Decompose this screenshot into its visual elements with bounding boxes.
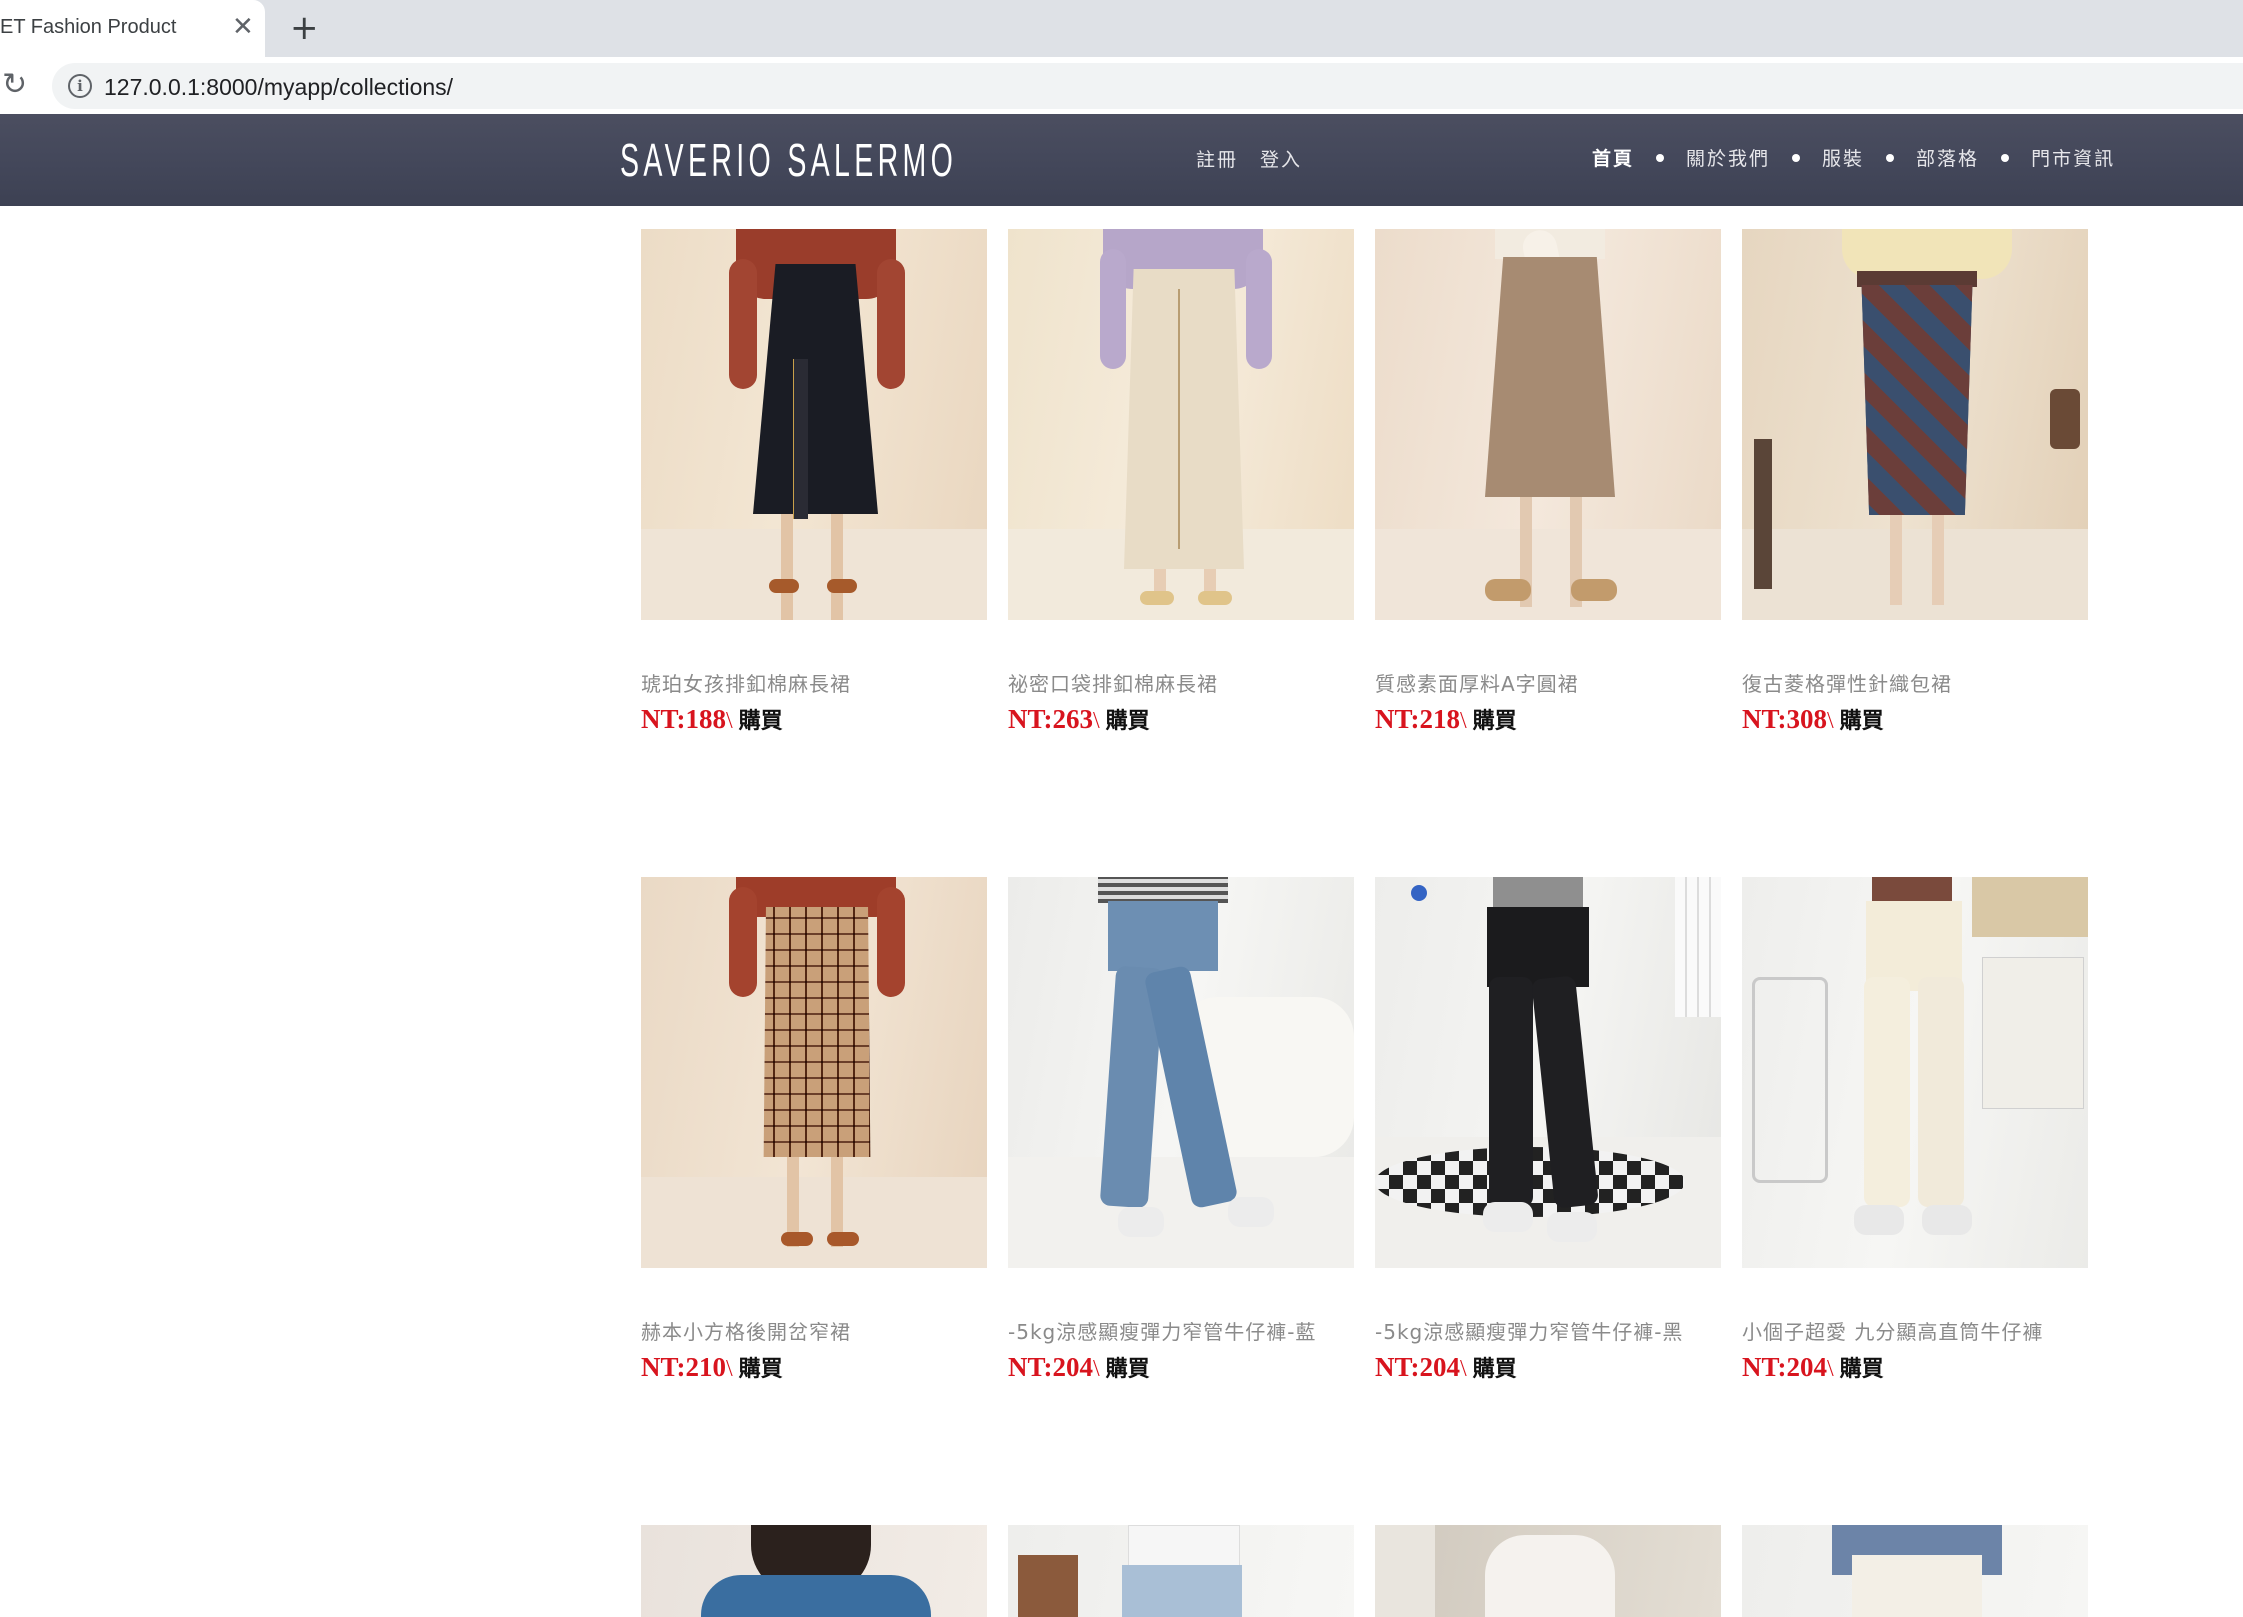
- address-bar: ↻ i 127.0.0.1:8000/myapp/collections/: [0, 57, 2243, 115]
- price-separator: \: [1093, 1356, 1100, 1382]
- price-line: NT:218 \ 購買: [1375, 703, 1517, 735]
- product-card: 琥珀女孩排釦棉麻長裙 NT:188 \ 購買: [641, 229, 987, 734]
- brand-logo[interactable]: SAVERIO SALERMO: [620, 120, 957, 200]
- main-nav: 首頁 關於我們 服裝 部落格 門市資訊: [1592, 144, 2115, 171]
- product-card: 赫本小方格後開岔窄裙 NT:210 \ 購買: [641, 877, 987, 1382]
- tab-title: ET Fashion Product: [0, 16, 177, 38]
- buy-button[interactable]: 購買: [739, 703, 783, 735]
- nav-separator-dot: [1886, 153, 1895, 162]
- info-icon[interactable]: i: [68, 74, 92, 98]
- price-line: NT:204 \ 購買: [1375, 1351, 1517, 1383]
- product-price: NT:218: [1375, 704, 1460, 734]
- price-separator: \: [1093, 708, 1100, 734]
- close-icon[interactable]: ✕: [232, 12, 254, 42]
- product-price: NT:308: [1742, 704, 1827, 734]
- nav-separator-dot: [2001, 153, 2010, 162]
- product-name[interactable]: -5kg涼感顯瘦彈力窄管牛仔褲-藍: [1008, 1316, 1316, 1345]
- product-image[interactable]: [1008, 877, 1354, 1268]
- product-card: 小個子超愛 九分顯高直筒牛仔褲 NT:204 \ 購買: [1742, 877, 2088, 1382]
- price-line: NT:308 \ 購買: [1742, 703, 1884, 735]
- auth-links: 註冊 登入: [1196, 145, 1302, 172]
- price-line: NT:263 \ 購買: [1008, 703, 1150, 735]
- product-card: [1008, 1525, 1354, 1617]
- nav-stores[interactable]: 門市資訊: [2031, 144, 2115, 171]
- buy-button[interactable]: 購買: [739, 1351, 783, 1383]
- product-image[interactable]: [641, 229, 987, 620]
- product-image[interactable]: [1742, 1525, 2088, 1617]
- product-image[interactable]: [1375, 877, 1721, 1268]
- buy-button[interactable]: 購買: [1473, 1351, 1517, 1383]
- price-separator: \: [1827, 1356, 1834, 1382]
- price-line: NT:188 \ 購買: [641, 703, 783, 735]
- price-separator: \: [726, 1356, 733, 1382]
- product-image[interactable]: [1008, 1525, 1354, 1617]
- price-separator: \: [1460, 708, 1467, 734]
- product-image[interactable]: [1375, 229, 1721, 620]
- browser-tab[interactable]: ET Fashion Product ✕: [0, 0, 265, 57]
- new-tab-icon[interactable]: +: [290, 10, 319, 46]
- product-image[interactable]: [1742, 877, 2088, 1268]
- product-name[interactable]: 質感素面厚料A字圓裙: [1375, 668, 1579, 697]
- product-image[interactable]: [1008, 229, 1354, 620]
- product-card: [1742, 1525, 2088, 1617]
- price-separator: \: [1827, 708, 1834, 734]
- product-card: -5kg涼感顯瘦彈力窄管牛仔褲-黑 NT:204 \ 購買: [1375, 877, 1721, 1382]
- price-line: NT:210 \ 購買: [641, 1351, 783, 1383]
- buy-button[interactable]: 購買: [1106, 1351, 1150, 1383]
- product-card: 質感素面厚料A字圓裙 NT:218 \ 購買: [1375, 229, 1721, 734]
- price-line: NT:204 \ 購買: [1008, 1351, 1150, 1383]
- nav-separator-dot: [1792, 153, 1801, 162]
- product-image[interactable]: [1742, 229, 2088, 620]
- product-image[interactable]: [641, 1525, 987, 1617]
- product-card: [641, 1525, 987, 1617]
- url-field[interactable]: i 127.0.0.1:8000/myapp/collections/: [52, 63, 2243, 109]
- product-price: NT:204: [1375, 1352, 1460, 1382]
- product-card: -5kg涼感顯瘦彈力窄管牛仔褲-藍 NT:204 \ 購買: [1008, 877, 1354, 1382]
- nav-blog[interactable]: 部落格: [1916, 144, 1979, 171]
- nav-separator-dot: [1656, 153, 1665, 162]
- reload-icon[interactable]: ↻: [2, 69, 27, 101]
- browser-tabstrip: ET Fashion Product ✕ +: [0, 0, 2243, 57]
- product-name[interactable]: 赫本小方格後開岔窄裙: [641, 1316, 851, 1345]
- product-price: NT:263: [1008, 704, 1093, 734]
- product-price: NT:204: [1742, 1352, 1827, 1382]
- product-price: NT:210: [641, 1352, 726, 1382]
- price-line: NT:204 \ 購買: [1742, 1351, 1884, 1383]
- product-name[interactable]: 復古菱格彈性針織包裙: [1742, 668, 1952, 697]
- product-price: NT:188: [641, 704, 726, 734]
- buy-button[interactable]: 購買: [1106, 703, 1150, 735]
- product-image[interactable]: [641, 877, 987, 1268]
- product-name[interactable]: 祕密口袋排釦棉麻長裙: [1008, 668, 1218, 697]
- product-price: NT:204: [1008, 1352, 1093, 1382]
- buy-button[interactable]: 購買: [1840, 1351, 1884, 1383]
- buy-button[interactable]: 購買: [1473, 703, 1517, 735]
- product-card: 祕密口袋排釦棉麻長裙 NT:263 \ 購買: [1008, 229, 1354, 734]
- nav-clothing[interactable]: 服裝: [1822, 144, 1864, 171]
- price-separator: \: [726, 708, 733, 734]
- product-card: 復古菱格彈性針織包裙 NT:308 \ 購買: [1742, 229, 2088, 734]
- register-link[interactable]: 註冊: [1196, 145, 1238, 172]
- nav-home[interactable]: 首頁: [1592, 144, 1634, 171]
- product-name[interactable]: 小個子超愛 九分顯高直筒牛仔褲: [1742, 1316, 2043, 1345]
- product-name[interactable]: 琥珀女孩排釦棉麻長裙: [641, 668, 851, 697]
- product-name[interactable]: -5kg涼感顯瘦彈力窄管牛仔褲-黑: [1375, 1316, 1683, 1345]
- url-text[interactable]: 127.0.0.1:8000/myapp/collections/: [104, 74, 453, 101]
- product-image[interactable]: [1375, 1525, 1721, 1617]
- site-header: SAVERIO SALERMO 註冊 登入 首頁 關於我們 服裝 部落格 門市資…: [0, 114, 2243, 206]
- login-link[interactable]: 登入: [1260, 145, 1302, 172]
- price-separator: \: [1460, 1356, 1467, 1382]
- buy-button[interactable]: 購買: [1840, 703, 1884, 735]
- nav-about[interactable]: 關於我們: [1686, 144, 1770, 171]
- product-card: [1375, 1525, 1721, 1617]
